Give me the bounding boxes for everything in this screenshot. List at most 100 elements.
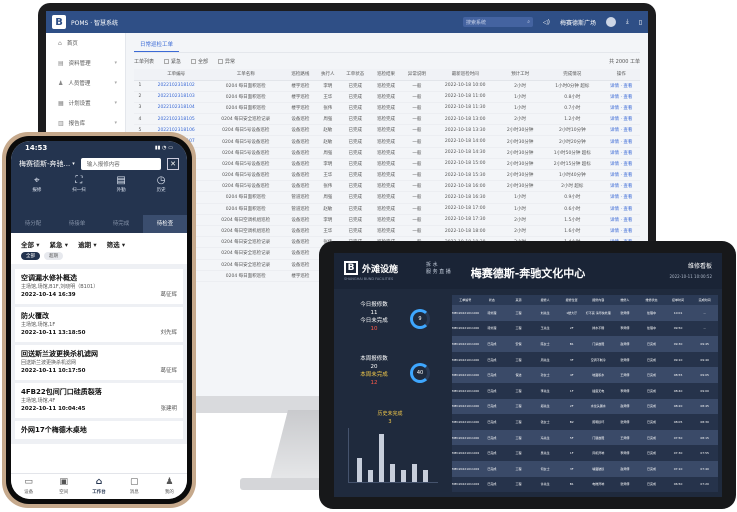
table-row[interactable]: 2 2022102318103 0204 每日面积巡检 楼宇巡检 王华 已完成 巡检完成 一般… bbox=[134, 91, 640, 103]
search-input[interactable]: 搜索系统 ⌕ bbox=[463, 17, 534, 27]
row-actions[interactable]: 详情 · 查看 bbox=[602, 225, 640, 238]
table-cell: 设备巡检 bbox=[285, 214, 316, 226]
table-cell: 1小时50分钟 超标 bbox=[542, 147, 603, 159]
table-row[interactable]: 820221023181090204 每日5号设备巡检设备巡检李明已完成巡检完成… bbox=[134, 158, 640, 171]
table-cell: 已完成 bbox=[487, 451, 497, 456]
nav-messages[interactable]: ▢ 消息 bbox=[117, 474, 152, 499]
table-row[interactable]: 1320221023181140204 每日空调机组巡检设备巡检李明已完成巡检完… bbox=[134, 214, 640, 226]
work-order-card[interactable]: 外网17个梅德木桌地 bbox=[15, 421, 183, 439]
filter-urgent[interactable]: 紧急 bbox=[164, 58, 181, 65]
tool-scan[interactable]: ⛶ 扫一扫 bbox=[72, 175, 86, 193]
table-cell: 已完成 bbox=[646, 419, 656, 424]
card-location: 主场馆,场馆,4F bbox=[21, 398, 56, 404]
column-header: 维修状态 bbox=[645, 298, 658, 302]
row-actions[interactable]: 详情 · 查看 bbox=[602, 135, 640, 148]
row-actions[interactable]: 详情 · 查看 bbox=[602, 124, 640, 137]
filter-abnormal[interactable]: 异常 bbox=[218, 58, 235, 65]
row-actions[interactable]: 详情 · 查看 bbox=[602, 102, 640, 115]
chip-overdue[interactable]: 超期 bbox=[44, 252, 63, 260]
row-actions[interactable]: 详情 · 查看 bbox=[602, 158, 640, 171]
work-order-card[interactable]: 4FB22包间门口硅质裂落 主场馆,场馆,4F 2022-10-11 10:04:4… bbox=[15, 383, 183, 418]
filter-urgent[interactable]: 紧急 ▾ bbox=[50, 239, 69, 249]
table-cell[interactable]: 2022102318104 bbox=[145, 102, 207, 115]
project-selector[interactable]: 梅赛德斯-奔驰... bbox=[19, 159, 70, 169]
nav-profile[interactable]: ♟ 我的 bbox=[152, 474, 187, 499]
scan-close-icon[interactable]: ✕ bbox=[167, 158, 179, 170]
table-row[interactable]: 1 2022102318102 0204 每日面积巡检 楼宇巡检 李明 已完成 巡检完成 一般… bbox=[134, 80, 640, 92]
history-icon: ◷ bbox=[156, 175, 166, 186]
sidebar-item-plan[interactable]: ▦ 计划设置 ▾ bbox=[46, 93, 125, 113]
table-cell: 已完成 bbox=[487, 466, 497, 471]
table-cell: 巡检完成 bbox=[370, 124, 402, 137]
tool-repair[interactable]: ⌖ 报修 bbox=[32, 175, 41, 193]
tab-to-check[interactable]: 待检查 bbox=[143, 215, 187, 233]
table-row[interactable]: 4 2022102318105 0204 每日安全巡检记录 设备巡检 周强 已完成 巡检完成… bbox=[134, 113, 640, 126]
tab-to-accept[interactable]: 待接单 bbox=[55, 215, 99, 233]
table-row[interactable]: 1120221023181120204 每日面积巡检管道巡检周强已完成巡检完成一… bbox=[134, 191, 640, 204]
card-date: 2022-10-11 10:17:50 bbox=[21, 368, 86, 374]
work-order-card[interactable]: 防火覆改 主场馆,场馆,1F 2022-10-11 13:18:50 刘先辉 bbox=[15, 307, 183, 342]
table-row[interactable]: 920221023181100204 每日5号设备巡检设备巡检王华已完成巡检完成… bbox=[134, 169, 640, 182]
card-meta: 2022-10-11 10:17:50 葛征辉 bbox=[21, 367, 177, 376]
table-row[interactable]: 5 2022102318106 0204 每日5号设备巡检 设备巡检 赵敏 已完成 巡检完成… bbox=[134, 124, 640, 137]
row-actions[interactable]: 详情 · 查看 bbox=[602, 203, 640, 215]
filter-overdue[interactable]: 逾期 ▾ bbox=[78, 239, 97, 249]
nav-space[interactable]: ▣ 空间 bbox=[46, 474, 81, 499]
filter-more[interactable]: 筛选 ▾ bbox=[107, 239, 126, 249]
table-cell: 已完成 bbox=[646, 341, 656, 346]
row-actions[interactable]: 详情 · 查看 bbox=[602, 113, 640, 126]
tab-to-complete[interactable]: 待完成 bbox=[99, 215, 143, 233]
table-cell: 地面积水 bbox=[592, 373, 605, 378]
table-cell: 插座无电 bbox=[592, 388, 605, 393]
table-cell: 设备巡检 bbox=[285, 236, 316, 249]
table-cell: 王师傅 bbox=[620, 373, 630, 378]
table-cell: 周强 bbox=[315, 147, 340, 159]
filter-all[interactable]: 全部 ▾ bbox=[21, 239, 40, 249]
sidebar-item-report[interactable]: ▥ 报告库 ▾ bbox=[46, 113, 125, 133]
table-row[interactable]: 720221023181080204 每日5号设备巡检设备巡检周强已完成巡检完成… bbox=[134, 147, 640, 159]
user-name[interactable]: 梅赛德斯广场 bbox=[560, 18, 596, 27]
device-icon: ▭ bbox=[24, 477, 33, 487]
row-actions[interactable]: 详情 · 查看 bbox=[602, 91, 640, 103]
table-cell[interactable]: 2022102318102 bbox=[145, 80, 207, 92]
row-actions[interactable]: 详情 · 查看 bbox=[602, 169, 640, 182]
download-icon[interactable]: ⤓ bbox=[626, 18, 629, 26]
sound-icon[interactable]: ◁) bbox=[543, 19, 550, 26]
work-order-card[interactable]: 回送斯兰波更换杀机滤网 回送斯兰波更换杀机滤网 2022-10-11 10:17:5… bbox=[15, 345, 183, 380]
nav-device[interactable]: ▭ 设备 bbox=[11, 474, 46, 499]
table-row[interactable]: 1420221023181150204 每日空调机组巡检设备巡检王华已完成巡检完… bbox=[134, 225, 640, 238]
search-input[interactable]: 输入报修内容 bbox=[80, 158, 161, 170]
chart-bar bbox=[390, 464, 395, 482]
tab-daily-inspection[interactable]: 日常巡检工单 bbox=[134, 40, 180, 52]
table-row[interactable]: 3 2022102318104 0204 每日面积巡检 楼宇巡检 张伟 已完成 巡检完成 一般… bbox=[134, 102, 640, 115]
table-cell[interactable]: 2022102318105 bbox=[145, 113, 207, 126]
table-cell: 1F bbox=[569, 451, 574, 456]
table-cell: 张伟 bbox=[315, 180, 340, 193]
row-actions[interactable]: 详情 · 查看 bbox=[602, 214, 640, 226]
table-row: MEC202210110006 已完成 工程 李先生 1F 插座无电 李师傅 已完成 08:40… bbox=[452, 382, 718, 399]
row-actions[interactable]: 详情 · 查看 bbox=[602, 191, 640, 204]
table-cell: B2 bbox=[569, 419, 574, 424]
table-row[interactable]: 620221023181070204 每日5号设备巡检设备巡检赵敏已完成巡检完成… bbox=[134, 135, 640, 148]
filter-all[interactable]: 全部 bbox=[191, 58, 208, 65]
nav-workbench[interactable]: ⌂ 工作台 bbox=[81, 474, 116, 499]
table-cell: -- bbox=[703, 326, 706, 331]
sidebar-item-staff[interactable]: ♟ 人员管理 ▾ bbox=[46, 73, 125, 93]
sidebar-item-home[interactable]: ⌂ 首页 bbox=[46, 33, 125, 53]
table-cell[interactable]: 2022102318103 bbox=[145, 91, 207, 103]
table-row[interactable]: 1020221023181110204 每日5号设备巡检设备巡检张伟已完成巡检完… bbox=[134, 180, 640, 193]
row-actions[interactable]: 详情 · 查看 bbox=[602, 80, 640, 92]
work-order-card[interactable]: 空调漏水修补概选 主场馆,场馆,B1F,刘晓明（B101） 2022-10-14 1… bbox=[15, 269, 183, 304]
avatar[interactable] bbox=[606, 17, 617, 27]
tab-to-assign[interactable]: 待分配 bbox=[11, 215, 55, 233]
row-actions[interactable]: 详情 · 查看 bbox=[602, 147, 640, 159]
table-cell: 巡检完成 bbox=[370, 135, 402, 148]
tool-history[interactable]: ◷ 历史 bbox=[157, 175, 166, 193]
tool-field[interactable]: ▤ 外勤 bbox=[116, 175, 125, 193]
chip-all[interactable]: 全部 bbox=[21, 252, 40, 260]
phone-icon[interactable]: ▯ bbox=[639, 19, 642, 26]
table-row[interactable]: 1220221023181130204 每日面积巡检管道巡检赵敏已完成巡检完成一… bbox=[134, 203, 640, 215]
table-cell: 设备巡检 bbox=[285, 225, 316, 238]
row-actions[interactable]: 详情 · 查看 bbox=[602, 180, 640, 193]
sidebar-item-data[interactable]: ▤ 资料管理 ▾ bbox=[46, 53, 125, 73]
